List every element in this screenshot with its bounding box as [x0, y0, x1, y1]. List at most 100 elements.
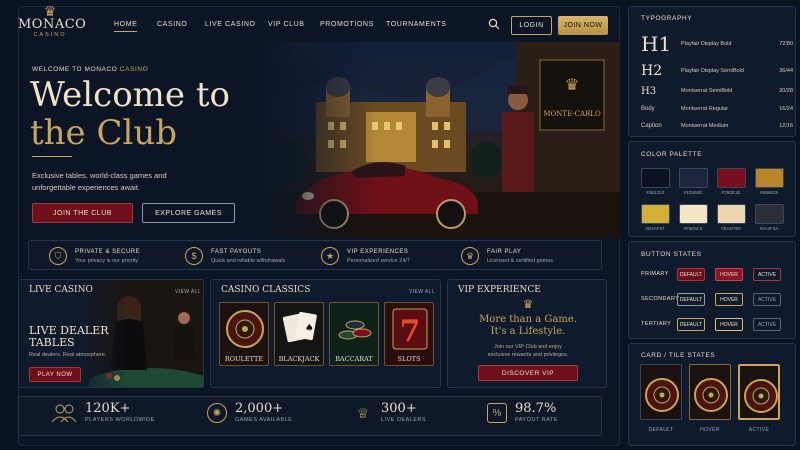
typo-row-caption: Caption Montserrat Medium 12/16 [641, 120, 793, 132]
stat-payout: % 98.7% PAYOUT RATE [487, 401, 558, 425]
palette-title: COLOR PALETTE [641, 151, 703, 158]
typo-tag: Caption [641, 123, 662, 129]
nav-promotions[interactable]: PROMOTIONS [320, 21, 374, 28]
hero-title-line1: Welcome to [30, 75, 230, 115]
search-icon[interactable] [488, 18, 500, 30]
shield-icon: ⛉ [49, 247, 67, 265]
classics-title: CASINO CLASSICS [221, 285, 311, 295]
primary-hover-button[interactable]: HOVER [715, 268, 743, 281]
game-roulette[interactable]: ROULETTE [219, 302, 269, 366]
nav-home[interactable]: HOME [114, 21, 138, 32]
hero-eyebrow-text: WELCOME TO MONACO [32, 66, 120, 73]
nav-vip-club[interactable]: VIP CLUB [268, 21, 305, 28]
typo-size: 36/44 [779, 68, 793, 74]
vip-line2: It's a Lifestyle. [490, 326, 566, 337]
live-view-all[interactable]: VIEW ALL [175, 289, 201, 295]
hero-body: Exclusive tables, world-class games and … [32, 171, 167, 192]
color-swatch [679, 204, 708, 224]
explore-games-button[interactable]: EXPLORE GAMES [142, 203, 235, 223]
game-blackjack[interactable]: ♠ BLACKJACK [274, 302, 324, 366]
button-state-row-label: SECONDARY [641, 296, 680, 302]
button-state-row-label: PRIMARY [641, 271, 669, 277]
nav-tournaments[interactable]: TOURNAMENTS [386, 21, 447, 28]
brand-sub: CASINO [33, 32, 67, 38]
feature-payouts: $ FAST PAYOUTS Quick and reliable withdra… [185, 241, 285, 271]
typo-row-h1: H1 Playfair Display Bold 72/80 [641, 31, 793, 57]
swatch-label: #2A2F3A [759, 226, 779, 231]
feature-title: PRIVATE & SECURE [75, 248, 141, 255]
tile-state-label: HOVER [700, 427, 720, 433]
swatch-label: #7B0E1E [721, 190, 741, 195]
color-swatch [717, 168, 746, 188]
primary-active-button[interactable]: ACTIVE [753, 268, 781, 281]
players-icon [51, 404, 77, 423]
roulette-tile-hover[interactable] [689, 364, 731, 420]
tertiary-hover-button[interactable]: HOVER [715, 318, 743, 331]
typo-font: Montserrat Regular [681, 106, 729, 112]
roulette-tile-default[interactable] [640, 364, 682, 420]
vip-body2: exclusive rewards and privileges. [487, 352, 569, 358]
hero-fade [256, 42, 376, 238]
live-heading-2: TABLES [29, 336, 75, 349]
login-button[interactable]: LOGIN [511, 16, 552, 35]
crown-icon: ♛ [43, 3, 57, 19]
hero-eyebrow-accent: CASINO [119, 66, 149, 73]
classics-view-all[interactable]: VIEW ALL [409, 289, 435, 295]
vip-title: VIP EXPERIENCE [458, 285, 541, 295]
join-now-button[interactable]: JOIN NOW [558, 16, 608, 35]
game-label: BLACKJACK [278, 355, 320, 363]
stat-label: LIVE DEALERS [381, 417, 427, 423]
vip-body1: Join our VIP Club and enjoy [493, 344, 563, 350]
join-club-button[interactable]: JOIN THE CLUB [32, 203, 133, 223]
crown-icon: ♛ [461, 247, 479, 265]
feature-sub: Licensed & certified games [487, 257, 554, 264]
stat-value: 2,000+ [235, 401, 284, 416]
primary-default-button[interactable]: DEFAULT [677, 268, 705, 281]
chip-icon: ✺ [207, 403, 227, 423]
tile-states-title: CARD / TILE STATES [641, 352, 716, 359]
brand-logo[interactable]: ♛ MONACO CASINO [18, 3, 86, 39]
swatch-label: #EAD7B0 [721, 226, 741, 231]
stat-dealers: ♕ 300+ LIVE DEALERS [353, 401, 426, 425]
nav-casino[interactable]: CASINO [157, 21, 187, 28]
hero-title-line2: the Club [30, 113, 178, 153]
secondary-hover-button[interactable]: HOVER [715, 293, 743, 306]
game-slots[interactable]: 7 SLOTS [384, 302, 434, 366]
swatch-label: #B88628 [759, 190, 779, 195]
feature-fairplay: ♛ FAIR PLAY Licensed & certified games [461, 241, 553, 271]
sign-crest-icon: ♛ [565, 75, 579, 94]
roulette-icon [226, 310, 264, 348]
color-swatch [717, 204, 746, 224]
typo-font: Playfair Display SemiBold [681, 68, 744, 74]
secondary-default-button[interactable]: DEFAULT [677, 293, 705, 306]
tertiary-active-button[interactable]: ACTIVE [753, 318, 781, 331]
hero-eyebrow: WELCOME TO MONACO CASINO [32, 66, 148, 73]
roulette-icon [694, 378, 728, 412]
live-casino-card[interactable]: LIVE CASINO VIEW ALL LIVE DEALER TABLES … [18, 279, 204, 388]
button-states-title: BUTTON STATES [641, 251, 702, 258]
discover-vip-button[interactable]: DISCOVER VIP [478, 365, 578, 381]
tertiary-default-button[interactable]: DEFAULT [677, 318, 705, 331]
roulette-icon [744, 379, 778, 413]
game-baccarat[interactable]: BACCARAT [329, 302, 379, 366]
cards-icon: ♠ [282, 311, 317, 343]
typography-panel: TYPOGRAPHY H1 Playfair Display Bold 72/8… [628, 6, 796, 137]
typo-size: 16/24 [779, 106, 793, 112]
typo-size: 20/28 [779, 88, 793, 94]
secondary-active-button[interactable]: ACTIVE [753, 293, 781, 306]
monte-carlo-sign: MONTE-CARLO [543, 110, 601, 118]
stat-label: PLAYERS WORLDWIDE [85, 417, 155, 423]
star-icon: ★ [321, 247, 339, 265]
swatch-label: #D4AF37 [645, 226, 665, 231]
color-swatch [755, 168, 784, 188]
typo-size: 72/80 [779, 41, 793, 47]
tile-state-label: ACTIVE [748, 427, 770, 433]
typography-title: TYPOGRAPHY [641, 15, 693, 22]
game-label: SLOTS [397, 355, 421, 363]
play-now-button[interactable]: PLAY NOW [29, 367, 81, 382]
feature-title: FAIR PLAY [487, 248, 522, 255]
roulette-tile-active[interactable] [738, 364, 780, 420]
nav-live-casino[interactable]: LIVE CASINO [205, 21, 256, 28]
casino-classics-card: CASINO CLASSICS VIEW ALL ROULETTE ♠ BLAC… [210, 279, 441, 388]
swatch-label: #1D263E [683, 190, 703, 195]
